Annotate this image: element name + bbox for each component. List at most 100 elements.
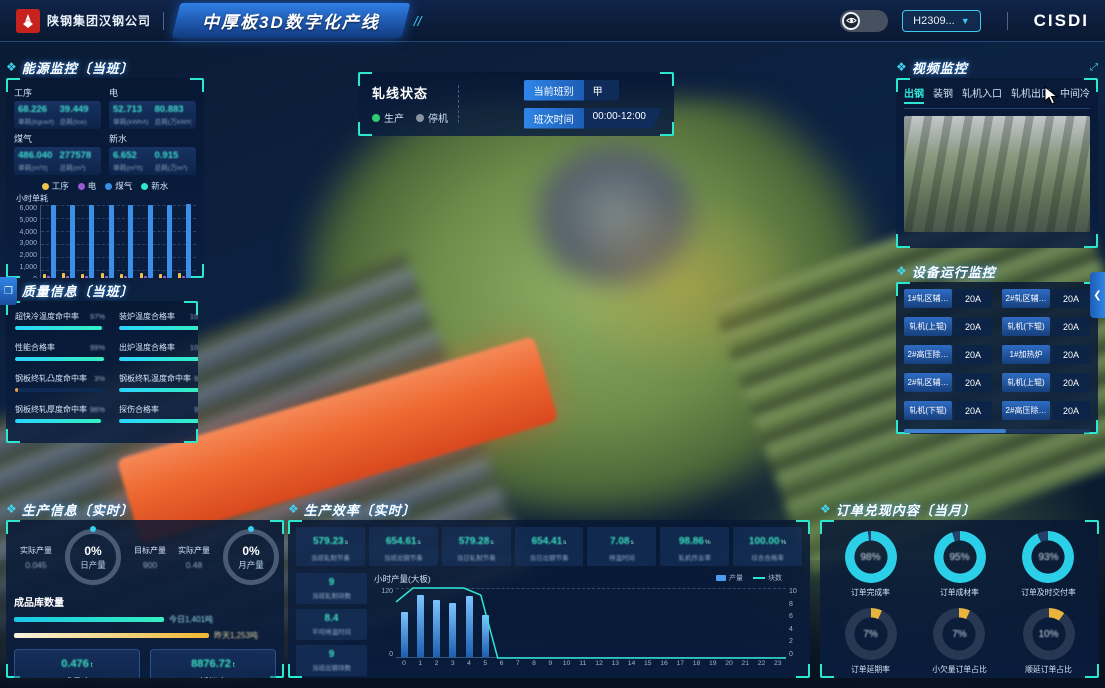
- video-tab-出钢[interactable]: 出钢: [904, 85, 924, 104]
- status-legend-item: 生产: [372, 110, 404, 125]
- heat-number-select[interactable]: H2309... ▼: [902, 10, 981, 32]
- progress-track: [119, 419, 198, 423]
- energy-value: 486.040: [18, 150, 56, 161]
- chart-legend-item[interactable]: 煤气: [105, 180, 132, 192]
- eye-icon: [842, 12, 860, 30]
- inventory-box-label: 板坯库: [151, 675, 275, 678]
- stat-unit: %: [780, 539, 786, 546]
- donut-gauge: 0%日产量: [65, 529, 121, 585]
- efficiency-stat-card: 7.08s待温时间: [587, 527, 656, 566]
- chart-bar: [70, 205, 75, 278]
- axis-tick: 16: [656, 660, 672, 667]
- video-feed[interactable]: [904, 116, 1090, 232]
- energy-value-label: 总耗(tce): [60, 116, 98, 126]
- progress-fill: [119, 326, 198, 330]
- legend-label: 块数: [768, 573, 782, 583]
- expand-icon[interactable]: ⤢: [1090, 62, 1098, 73]
- chart-bar: [47, 276, 50, 278]
- equipment-label: 轧机(下辊): [904, 401, 952, 420]
- chart-legend-item[interactable]: 工序: [42, 180, 69, 192]
- inventory-bar-value: 昨天1,253吨: [214, 630, 258, 641]
- axis-tick: 5: [477, 660, 493, 667]
- inventory-title: 成品库数量: [14, 594, 276, 609]
- chart-legend-item[interactable]: 电: [78, 180, 97, 192]
- chart-bar: [120, 274, 123, 278]
- quality-value: 96%: [90, 405, 105, 414]
- chart-legend-item[interactable]: 块数: [753, 573, 782, 583]
- equipment-item: 轧机(上辊)20A: [1002, 373, 1090, 392]
- equipment-item: 轧机(下辊)20A: [1002, 317, 1090, 336]
- quality-label: 性能合格率: [15, 342, 55, 353]
- stat-value: 7.08: [610, 536, 629, 547]
- visibility-toggle[interactable]: [840, 10, 888, 32]
- stat-unit: s: [345, 539, 348, 546]
- side-dock-icon[interactable]: ❒: [0, 277, 17, 305]
- video-tab-中间冷[interactable]: 中间冷: [1060, 85, 1090, 104]
- energy-value: 68.226: [18, 104, 56, 115]
- quality-item: 出炉温度合格率100%: [119, 342, 198, 361]
- energy-value: 80.883: [155, 104, 193, 115]
- efficiency-side-stat: 8.4平均待温时间: [296, 609, 367, 640]
- chart-legend-item[interactable]: 新水: [141, 180, 168, 192]
- energy-value-label: 单耗(m³/t): [18, 162, 56, 172]
- energy-bar-chart: [40, 205, 196, 278]
- order-gauge: 7%小欠量订单占比: [932, 608, 987, 675]
- status-label: 生产: [384, 110, 404, 125]
- bar-group: [140, 205, 156, 278]
- quality-value: 100%: [190, 343, 198, 352]
- scrollbar-thumb[interactable]: [904, 429, 1006, 433]
- video-panel: ❖ 视频监控 ⤢ 出钢装钢轧机入口轧机出口中间冷电加热: [896, 58, 1098, 248]
- equipment-item: 2#高压除…20A: [904, 345, 992, 364]
- progress-fill: [15, 419, 101, 423]
- badge-label: 当前班别: [524, 80, 584, 101]
- legend-line-icon: [753, 577, 765, 579]
- output-gauge: 实际产量0.480%月产量目标产量5,000: [172, 529, 284, 585]
- energy-value-label: 单耗(kgce/t): [18, 116, 56, 126]
- video-tab-装钢[interactable]: 装钢: [933, 85, 953, 104]
- bar-group: [159, 205, 175, 278]
- cisdi-logo: CISDI: [1034, 11, 1089, 31]
- diamond-icon: ❖: [896, 61, 907, 73]
- chart-legend-item[interactable]: 产量: [716, 573, 743, 583]
- energy-chart-yaxis: 6,0005,0004,0003,0002,0001,0000: [14, 205, 40, 278]
- quality-item: 探伤合格率97%: [119, 404, 198, 423]
- chart-bar: [101, 273, 104, 278]
- production-panel: ❖ 生产信息〔实时〕 实际产量0.0450%日产量目标产量900实际产量0.48…: [6, 500, 284, 678]
- axis-tick: 7: [510, 660, 526, 667]
- progress-track: [15, 388, 105, 392]
- chart-bar: [186, 204, 191, 278]
- energy-value-label: 总耗(m³): [60, 162, 98, 172]
- badge-value: 00:00-12:00: [584, 108, 662, 129]
- progress-track: [15, 357, 105, 361]
- diamond-icon: ❖: [6, 61, 17, 73]
- chart-line-series: [396, 588, 786, 658]
- bar-group: [81, 205, 97, 278]
- gauge-label: 小欠量订单占比: [932, 664, 987, 675]
- company-logo-icon: [16, 9, 40, 33]
- stat-label: 当日出钢节奏: [516, 552, 583, 562]
- video-tab-轧机入口[interactable]: 轧机入口: [962, 85, 1002, 104]
- gauge-side-label: 目标产量: [128, 545, 172, 556]
- efficiency-side-stat: 9当班出钢块数: [296, 645, 367, 676]
- energy-group: 工序68.22639.449单耗(kgce/t)总耗(tce): [14, 85, 101, 129]
- efficiency-stat-card: 579.23s当班轧制节奏: [296, 527, 365, 566]
- equipment-item: 2#轧区辅…20A: [1002, 289, 1090, 308]
- energy-value-label: 总耗(万kWh): [155, 116, 193, 126]
- bar-group: [43, 205, 59, 278]
- stat-value: 8.4: [298, 613, 365, 624]
- progress-fill: [15, 326, 102, 330]
- chart-bar: [128, 205, 133, 278]
- axis-tick: 22: [754, 660, 770, 667]
- panel-collapse-handle[interactable]: ❮: [1090, 272, 1105, 318]
- stat-value: 9: [298, 649, 365, 660]
- status-legend-item: 停机: [416, 110, 448, 125]
- gauge-percent: 7%: [845, 608, 897, 660]
- chart-bar: [163, 276, 166, 278]
- gauge-label: 订单延期率: [845, 664, 897, 675]
- quality-panel: ❖ 质量信息〔当班〕 超快冷温度命中率97%装炉温度合格率100%性能合格率99…: [6, 281, 198, 443]
- equipment-label: 2#轧区辅…: [904, 373, 952, 392]
- axis-tick: 2,000: [19, 252, 37, 259]
- equipment-label: 2#轧区辅…: [1002, 289, 1050, 308]
- diamond-icon: ❖: [820, 503, 831, 515]
- quality-label: 钢板终轧厚度命中率: [15, 404, 87, 415]
